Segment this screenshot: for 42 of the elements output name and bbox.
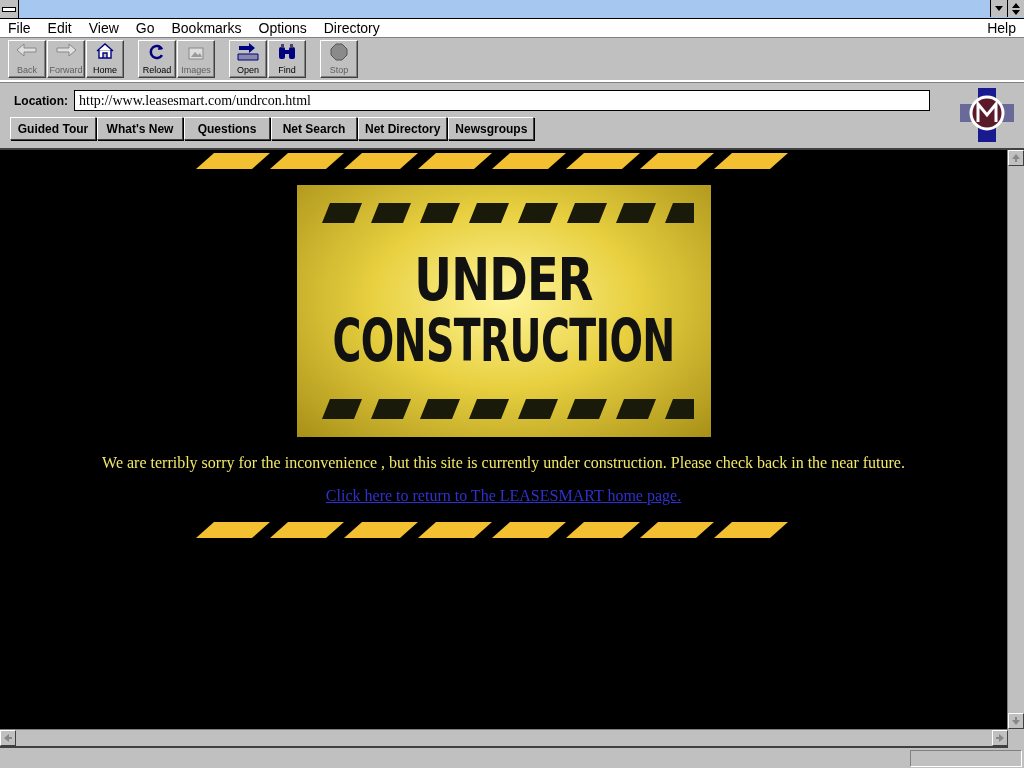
house-icon: [96, 43, 114, 59]
directory-button[interactable]: Questions: [184, 117, 270, 140]
caret-down-icon: [995, 6, 1003, 11]
toolbar-button[interactable]: Home: [86, 40, 124, 78]
reload-icon: [148, 43, 166, 61]
sign-text: CONSTRUCTION: [332, 311, 675, 372]
sign-text: UNDER: [414, 250, 593, 311]
open-file-icon: [237, 43, 259, 61]
menu-item[interactable]: Options: [258, 20, 307, 36]
directory-button[interactable]: What's New: [97, 117, 183, 140]
message-text: We are terribly sorry for the inconvenience , but this site is currently under construction. Please check back in the near future.: [102, 454, 905, 472]
horizontal-scrollbar[interactable]: [0, 729, 1008, 748]
location-label: Location:: [13, 93, 68, 108]
up-arrow-icon[interactable]: [1012, 154, 1020, 162]
menu-item[interactable]: Bookmarks: [171, 20, 242, 36]
system-menu-button[interactable]: [0, 0, 19, 18]
menu-item[interactable]: Go: [135, 20, 155, 36]
directory-button[interactable]: Guided Tour: [10, 117, 96, 140]
menu-item[interactable]: File: [8, 20, 31, 36]
location-field[interactable]: http://www.leasesmart.com/undrcon.html: [74, 90, 930, 111]
restore-button[interactable]: [1007, 0, 1024, 17]
menu-item[interactable]: Directory: [323, 20, 380, 36]
vertical-scrollbar[interactable]: [1007, 150, 1024, 729]
toolbar-button[interactable]: Reload: [138, 40, 176, 78]
up-down-arrow-icon: [1012, 2, 1020, 15]
forward-arrow-icon: [55, 43, 77, 57]
menu-item[interactable]: Edit: [47, 20, 72, 36]
directory-button[interactable]: Net Directory: [358, 117, 448, 140]
toolbar-button[interactable]: Open: [229, 40, 267, 78]
stop-icon: [330, 43, 348, 61]
minimize-button[interactable]: [990, 0, 1007, 17]
menu-item[interactable]: Help: [987, 20, 1016, 36]
left-arrow-icon[interactable]: [4, 734, 12, 742]
logo-icon: [958, 86, 1016, 144]
directory-button[interactable]: Newsgroups: [448, 117, 535, 140]
toolbar-button[interactable]: Find: [268, 40, 306, 78]
directory-button[interactable]: Net Search: [271, 117, 357, 140]
down-arrow-icon[interactable]: [1012, 717, 1020, 725]
back-arrow-icon: [16, 43, 38, 57]
menu-item[interactable]: View: [88, 20, 119, 36]
right-arrow-icon[interactable]: [996, 734, 1004, 742]
binoculars-icon: [277, 43, 297, 61]
